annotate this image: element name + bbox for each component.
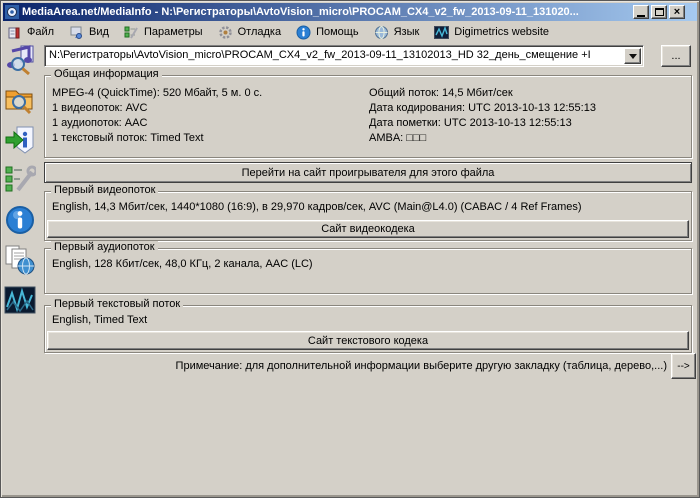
menu-file-label: Файл: [27, 26, 54, 38]
menu-help-label: Помощь: [316, 26, 359, 38]
mediainfo-window: MediaArea.net/MediaInfo - N:\Регистратор…: [0, 0, 700, 498]
browse-button[interactable]: ...: [661, 45, 691, 67]
window-controls: ×: [633, 5, 685, 19]
text-stream-info: English, Timed Text: [52, 314, 147, 326]
options-menu-icon: [124, 25, 139, 40]
toolbar-about-button[interactable]: [4, 204, 36, 236]
about-icon: [4, 204, 36, 236]
audio-stream-info: English, 128 Кбит/сек, 48,0 КГц, 2 канал…: [52, 258, 313, 270]
video-stream-info: English, 14,3 Мбит/сек, 1440*1080 (16:9)…: [52, 201, 582, 213]
audio-stream-group: Первый аудиопоток English, 128 Кбит/сек,…: [44, 248, 692, 294]
language-menu-icon: [374, 25, 389, 40]
general-amba-line: AMBA: □□□: [369, 131, 596, 146]
menu-help[interactable]: Помощь: [296, 25, 359, 40]
options-icon: [4, 164, 36, 196]
menu-language-label: Язык: [394, 26, 420, 38]
web-report-icon: [4, 244, 36, 276]
toolbar-open-folder-button[interactable]: [4, 84, 36, 116]
combobox-dropdown-button[interactable]: [624, 48, 641, 64]
title-bar[interactable]: MediaArea.net/MediaInfo - N:\Регистратор…: [3, 3, 697, 21]
toolbar-web-report-button[interactable]: [4, 244, 36, 276]
website-menu-icon: [434, 25, 449, 40]
app-icon: [5, 5, 19, 19]
open-folder-icon: [4, 84, 36, 116]
video-stream-group: Первый видеопоток English, 14,3 Мбит/сек…: [44, 191, 692, 241]
general-encoded-date-line: Дата кодирования: UTC 2013-10-13 12:55:1…: [369, 101, 596, 116]
general-text-count-line: 1 текстовый поток: Timed Text: [52, 131, 262, 146]
general-info-group-title: Общая информация: [51, 68, 162, 80]
chevron-down-icon: [629, 54, 637, 63]
minimize-icon: [637, 15, 645, 17]
menu-debug-label: Отладка: [238, 26, 281, 38]
menu-view[interactable]: Вид: [69, 25, 109, 40]
file-path-combobox[interactable]: N:\Регистраторы\AvtoVision_micro\PROCAM_…: [44, 45, 644, 67]
maximize-icon: [655, 8, 664, 16]
text-codec-website-button[interactable]: Сайт текстового кодека: [47, 331, 689, 350]
toolbar-graph-button[interactable]: [4, 284, 36, 316]
file-path-value: N:\Регистраторы\AvtoVision_micro\PROCAM_…: [49, 49, 621, 61]
help-menu-icon: [296, 25, 311, 40]
menu-options-label: Параметры: [144, 26, 203, 38]
menu-file[interactable]: Файл: [7, 25, 54, 40]
note-text: Примечание: для дополнительной информаци…: [176, 360, 667, 372]
next-tab-button[interactable]: -->: [671, 353, 696, 379]
video-codec-website-button[interactable]: Сайт видеокодека: [47, 220, 689, 238]
general-video-count-line: 1 видеопоток: AVC: [52, 101, 262, 116]
maximize-button[interactable]: [651, 5, 667, 19]
export-info-icon: [4, 124, 36, 156]
general-format-line: MPEG-4 (QuickTime): 520 Мбайт, 5 м. 0 с.: [52, 86, 262, 101]
menu-language[interactable]: Язык: [374, 25, 420, 40]
open-file-icon: [4, 44, 36, 76]
general-bitrate-line: Общий поток: 14,5 Мбит/сек: [369, 86, 596, 101]
menu-digimetrics-label: Digimetrics website: [454, 26, 549, 38]
text-stream-group-title: Первый текстовый поток: [51, 298, 183, 310]
view-menu-icon: [69, 25, 84, 40]
toolbar-export-info-button[interactable]: [4, 124, 36, 156]
debug-menu-icon: [218, 25, 233, 40]
general-info-group: Общая информация MPEG-4 (QuickTime): 520…: [44, 75, 692, 158]
menu-debug[interactable]: Отладка: [218, 25, 281, 40]
player-website-button[interactable]: Перейти на сайт проигрывателя для этого …: [44, 162, 692, 183]
general-info-left-column: MPEG-4 (QuickTime): 520 Мбайт, 5 м. 0 с.…: [52, 86, 262, 146]
audio-stream-group-title: Первый аудиопоток: [51, 241, 158, 253]
text-stream-group: Первый текстовый поток English, Timed Te…: [44, 305, 692, 353]
file-menu-icon: [7, 25, 22, 40]
close-icon: ×: [674, 7, 680, 17]
toolbar-open-file-button[interactable]: [4, 44, 36, 76]
general-tagged-date-line: Дата пометки: UTC 2013-10-13 12:55:13: [369, 116, 596, 131]
close-button[interactable]: ×: [669, 5, 685, 19]
graph-icon: [4, 284, 36, 316]
minimize-button[interactable]: [633, 5, 649, 19]
video-stream-group-title: Первый видеопоток: [51, 184, 158, 196]
window-title: MediaArea.net/MediaInfo - N:\Регистратор…: [22, 6, 629, 18]
general-audio-count-line: 1 аудиопоток: AAC: [52, 116, 262, 131]
menu-bar: Файл Вид Параметры Отладка Помощь Язык D…: [3, 22, 697, 42]
menu-digimetrics-website[interactable]: Digimetrics website: [434, 25, 549, 40]
menu-view-label: Вид: [89, 26, 109, 38]
toolbar-options-button[interactable]: [4, 164, 36, 196]
general-info-right-column: Общий поток: 14,5 Мбит/сек Дата кодирова…: [369, 86, 596, 146]
menu-options[interactable]: Параметры: [124, 25, 203, 40]
